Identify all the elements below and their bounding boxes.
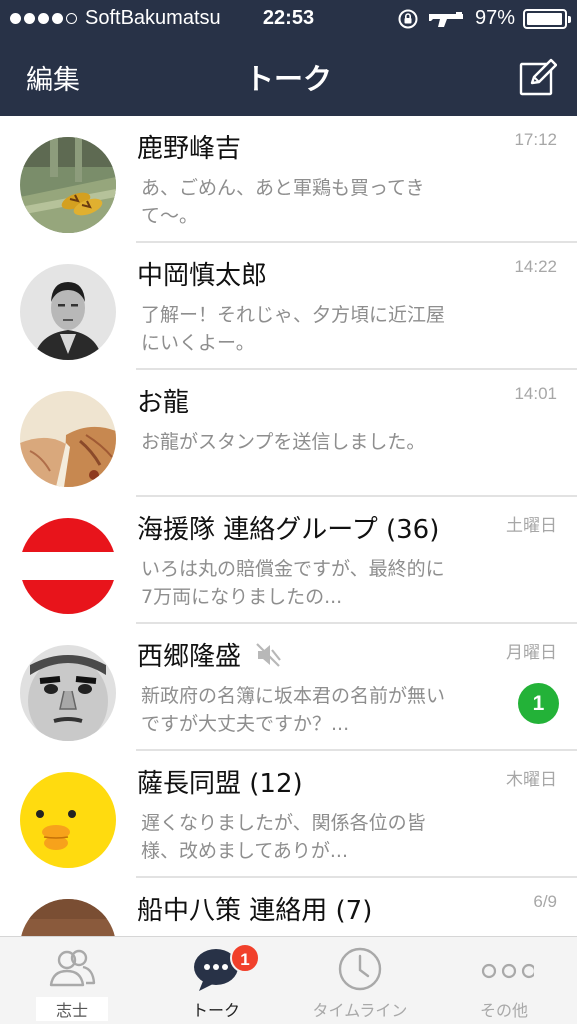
chat-name: 中岡慎太郎: [137, 261, 268, 291]
edit-button[interactable]: 編集: [26, 58, 80, 97]
chat-name-line: 鹿野峰吉: [137, 128, 241, 165]
brown-bear-sticker: [20, 899, 116, 936]
mute-icon: [256, 642, 281, 667]
chat-time: 木曜日: [506, 770, 557, 789]
chat-preview: 新政府の名簿に坂本君の名前が無いですが大丈夫ですか？...: [141, 685, 446, 735]
chat-name: 西郷隆盛: [137, 642, 242, 672]
tab-label: トーク: [191, 1001, 240, 1020]
chat-time: 月曜日: [506, 643, 557, 662]
tab-label: 志士: [36, 997, 108, 1021]
tab-talk[interactable]: 1 トーク: [144, 937, 288, 1024]
kimono-photo: [20, 391, 116, 487]
chat-name: 船中八策 連絡用 (7): [137, 896, 373, 926]
chat-time: 土曜日: [506, 516, 557, 535]
chat-name-line: 薩長同盟 (12): [137, 763, 303, 800]
chat-preview: 遅くなりましたが、関係各位の皆様、改めましてありが...: [141, 812, 426, 862]
portrait-photo: [20, 264, 116, 360]
friends-icon: [49, 949, 96, 987]
tab-timeline[interactable]: タイムライン: [288, 937, 432, 1024]
avatar: [20, 264, 116, 360]
status-right: 97%: [397, 7, 571, 30]
more-dots-icon: [481, 963, 534, 979]
chat-row[interactable]: 西郷隆盛 月曜日 新政府の名簿に坂本君の名前が無いですが大丈夫ですか？... 1: [0, 624, 577, 751]
clock-icon: [338, 947, 382, 991]
avatar: [20, 899, 116, 936]
saigo-portrait: [20, 645, 116, 741]
chat-name: 鹿野峰吉: [137, 134, 242, 164]
tab-bar: 志士 1 トーク タイムライン その他: [0, 936, 577, 1024]
chat-row[interactable]: お龍 14:01 お龍がスタンプを送信しました。: [0, 370, 577, 497]
battery-level-fill: [527, 12, 562, 25]
avatar: [20, 518, 116, 614]
chat-preview: あ、ごめん、あと軍鶏も買ってきて〜。: [141, 177, 425, 227]
yellow-chick-sticker: [20, 772, 116, 868]
chat-preview: お龍がスタンプを送信しました。: [141, 431, 426, 453]
chat-preview: いろは丸の賠償金ですが、最終的に7万両になりましたの...: [141, 558, 445, 608]
chat-name-line: 海援隊 連絡グループ (36): [137, 509, 439, 546]
tab-more[interactable]: その他: [432, 937, 576, 1024]
chat-time: 6/9: [533, 892, 557, 911]
chat-name: お龍: [137, 388, 190, 418]
tab-badge: 1: [230, 943, 260, 973]
chat-name-line: お龍: [137, 382, 189, 419]
avatar: [20, 772, 116, 868]
tab-label: その他: [479, 1001, 528, 1020]
chat-row[interactable]: 中岡慎太郎 14:22 了解ー！それじゃ、夕方頃に近江屋にいくよー。: [0, 243, 577, 370]
chat-name-line: 中岡慎太郎: [137, 255, 267, 292]
rotation-lock-icon: [398, 9, 418, 28]
compose-icon[interactable]: [519, 58, 557, 96]
page-title: トーク: [244, 62, 332, 96]
avatar: [20, 645, 116, 741]
chat-name-line: 船中八策 連絡用 (7): [137, 890, 372, 927]
battery-percent: 97%: [474, 7, 515, 29]
chat-row[interactable]: 海援隊 連絡グループ (36) 土曜日 いろは丸の賠償金ですが、最終的に7万両に…: [0, 497, 577, 624]
chat-row[interactable]: 船中八策 連絡用 (7) 6/9: [0, 878, 577, 936]
chat-time: 14:01: [514, 384, 557, 403]
chat-preview: 了解ー！それじゃ、夕方頃に近江屋にいくよー。: [141, 304, 446, 354]
chat-name: 薩長同盟 (12): [137, 769, 303, 799]
nav-bar: 編集 トーク: [0, 38, 577, 116]
tab-label: タイムライン: [312, 1001, 408, 1020]
sandals-photo: [20, 137, 116, 233]
avatar: [20, 137, 116, 233]
status-bar: SoftBakumatsu 22:53 97%: [0, 0, 577, 38]
chat-name-line: 西郷隆盛: [137, 636, 281, 673]
battery-icon: [523, 8, 571, 29]
chat-name: 海援隊 連絡グループ (36): [137, 515, 440, 545]
tab-friends[interactable]: 志士: [0, 937, 144, 1024]
app-header: SoftBakumatsu 22:53 97% 編集 トーク: [0, 0, 577, 116]
chat-list: 鹿野峰吉 17:12 あ、ごめん、あと軍鶏も買ってきて〜。 中岡慎太郎 14:2…: [0, 116, 577, 936]
chat-time: 17:12: [514, 130, 557, 149]
red-white-flag: [20, 518, 116, 614]
avatar: [20, 391, 116, 487]
chat-row[interactable]: 薩長同盟 (12) 木曜日 遅くなりましたが、関係各位の皆様、改めましてありが.…: [0, 751, 577, 878]
pistol-icon: [428, 11, 463, 27]
chat-row[interactable]: 鹿野峰吉 17:12 あ、ごめん、あと軍鶏も買ってきて〜。: [0, 116, 577, 243]
unread-badge: 1: [518, 683, 559, 724]
chat-time: 14:22: [514, 257, 557, 276]
